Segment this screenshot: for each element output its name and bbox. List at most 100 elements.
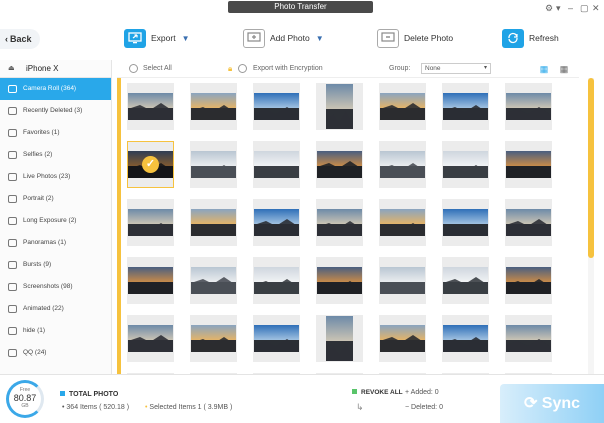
sidebar-item-label: Portrait (2) [23,195,54,202]
chevron-down-icon[interactable]: ▼ [182,34,190,43]
photo-thumbnail[interactable] [316,141,363,188]
chevron-down-icon[interactable]: ▼ [316,34,324,43]
sidebar-item[interactable]: Live Photos (23) [0,166,111,188]
export-button[interactable]: Export ▼ [124,25,190,51]
sidebar-item[interactable]: Long Exposure (2) [0,210,111,232]
photo-thumbnail[interactable] [379,257,426,304]
revoke-all-button[interactable]: REVOKE ALL [352,389,403,396]
grid-view-icon[interactable]: ▦ [538,63,550,75]
sidebar-item[interactable]: Camera Roll (364) [0,78,111,100]
photo-thumbnail[interactable] [127,199,174,246]
added-count-value: Added: 0 [410,389,439,396]
total-photo-title: TOTAL PHOTO [60,391,118,398]
total-items-value: 364 Items ( 520.18 ) [66,404,130,411]
sidebar-item[interactable]: Selfies (2) [0,144,111,166]
sidebar-item[interactable]: QQ (24) [0,342,111,364]
photo-thumbnail[interactable] [253,257,300,304]
photo-thumbnail[interactable] [379,83,426,130]
photo-thumbnail[interactable] [190,83,237,130]
close-icon[interactable]: ✕ [592,3,600,13]
sidebar-item-label: Panoramas (1) [23,239,66,246]
photo-thumbnail[interactable] [442,315,489,362]
photo-thumbnail[interactable] [379,315,426,362]
photo-thumbnail[interactable] [442,141,489,188]
sidebar-item[interactable]: Favorites (1) [0,122,111,144]
photo-image [443,151,488,178]
sidebar-item[interactable]: Screenshots (98) [0,276,111,298]
export-icon [124,28,146,48]
deleted-count-value: Deleted: 0 [411,404,443,411]
photo-thumbnail[interactable] [442,257,489,304]
sidebar-item-label: Camera Roll (364) [23,85,77,92]
selected-items: • Selected Items 1 ( 3.9MB ) [145,404,233,411]
photo-thumbnail[interactable] [316,257,363,304]
export-encryption-label[interactable]: Export with Encryption [253,60,323,78]
sidebar-item[interactable]: Portrait (2) [0,188,111,210]
photo-thumbnail[interactable] [190,141,237,188]
photo-thumbnail[interactable] [253,199,300,246]
sidebar-item[interactable]: Bursts (9) [0,254,111,276]
minimize-icon[interactable]: – [568,3,573,13]
group-select[interactable]: None ▾ [421,63,491,74]
photo-thumbnail[interactable] [127,83,174,130]
photo-image [443,93,488,120]
photo-image [380,151,425,178]
refresh-button[interactable]: Refresh [502,25,559,51]
maximize-icon[interactable]: ▢ [580,3,589,13]
photo-thumbnail[interactable] [505,199,552,246]
group-value: None [425,65,441,72]
photo-thumbnail[interactable] [442,83,489,130]
album-list: Camera Roll (364) Recently Deleted (3) Fav… [0,78,111,364]
photo-thumbnail[interactable] [316,199,363,246]
burst-icon [8,261,17,269]
photo-thumbnail[interactable] [379,199,426,246]
photo-thumbnail[interactable] [316,83,363,130]
photo-thumbnail[interactable] [379,141,426,188]
settings-icon[interactable]: ⚙ [545,3,553,13]
export-encryption-checkbox[interactable] [238,64,247,73]
photo-image [191,325,236,352]
sidebar-item[interactable]: Recently Deleted (3) [0,100,111,122]
list-view-icon[interactable]: ▦ [558,63,570,75]
photo-thumbnail[interactable] [253,315,300,362]
sync-button[interactable]: ⟳ Sync [500,384,604,423]
photo-thumbnail[interactable] [253,141,300,188]
photo-thumbnail[interactable] [190,315,237,362]
sidebar-item-label: Long Exposure (2) [23,217,77,224]
deleted-count: − Deleted: 0 [405,404,443,411]
photo-image [254,151,299,178]
photo-thumbnail[interactable] [442,199,489,246]
photo-thumbnail[interactable] [190,257,237,304]
add-photo-button[interactable]: Add Photo ▼ [243,25,324,51]
sidebar-item[interactable]: Animated (22) [0,298,111,320]
select-all-label[interactable]: Select All [143,60,172,78]
sidebar-item[interactable]: hide (1) [0,320,111,342]
photo-thumbnail[interactable] [505,257,552,304]
photo-thumbnail[interactable] [127,315,174,362]
photo-thumbnail[interactable] [316,315,363,362]
photo-image [128,267,173,294]
chevron-down-icon[interactable]: ▾ [556,3,561,13]
photo-thumbnail[interactable] [505,141,552,188]
select-all-checkbox[interactable] [129,64,138,73]
photo-grid: ✓ [117,78,579,374]
photo-thumbnail[interactable] [505,315,552,362]
device-header[interactable]: ⏏ iPhone X [0,60,111,78]
device-name: iPhone X [26,64,59,73]
delete-photo-icon [377,28,399,48]
photo-thumbnail[interactable] [127,257,174,304]
sync-label: Sync [541,395,581,412]
photo-thumbnail[interactable]: ✓ [127,141,174,188]
sidebar-item[interactable]: Panoramas (1) [0,232,111,254]
photo-thumbnail[interactable] [253,83,300,130]
photo-image [506,93,551,120]
photo-image [443,267,488,294]
photo-thumbnail[interactable] [190,199,237,246]
eject-icon[interactable]: ⏏ [8,60,15,78]
back-button[interactable]: ‹ Back [0,29,40,49]
photo-thumbnail[interactable] [505,83,552,130]
delete-photo-button[interactable]: Delete Photo [377,25,453,51]
scrollbar-thumb[interactable] [588,78,594,258]
sidebar-item-label: QQ (24) [23,349,47,356]
qq-icon [8,349,17,357]
